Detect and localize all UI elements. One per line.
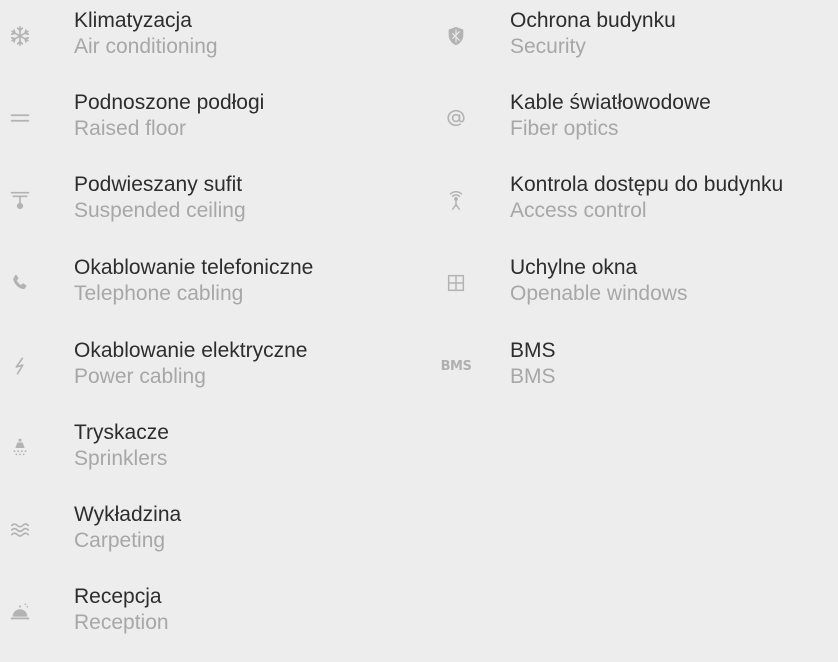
suspended-ceiling-icon bbox=[0, 184, 40, 216]
feature-sublabel: Openable windows bbox=[510, 282, 688, 305]
feature-carpeting: Wykładzina Carpeting bbox=[0, 498, 420, 580]
at-sign-icon bbox=[436, 102, 476, 134]
feature-telephone-cabling: Okablowanie telefoniczne Telephone cabli… bbox=[0, 251, 420, 333]
shield-icon bbox=[436, 20, 476, 52]
feature-security: Ochrona budynku Security bbox=[436, 4, 838, 86]
feature-raised-floor: Podnoszone podłogi Raised floor bbox=[0, 86, 420, 168]
feature-sublabel: Reception bbox=[74, 611, 169, 634]
feature-fiber-optics: Kable światłowodowe Fiber optics bbox=[436, 86, 838, 168]
raised-floor-icon bbox=[0, 102, 40, 134]
feature-sublabel: Air conditioning bbox=[74, 35, 218, 58]
reception-bell-icon bbox=[0, 596, 40, 628]
access-antenna-icon bbox=[436, 184, 476, 216]
sprinkler-icon bbox=[0, 432, 40, 464]
window-icon bbox=[436, 267, 476, 299]
feature-access-control: Kontrola dostępu do budynku Access contr… bbox=[436, 168, 838, 250]
feature-reception: Recepcja Reception bbox=[0, 580, 420, 662]
lightning-icon bbox=[0, 350, 40, 382]
feature-sublabel: Suspended ceiling bbox=[74, 199, 246, 222]
feature-sublabel: BMS bbox=[510, 365, 556, 388]
snowflake-icon bbox=[0, 20, 40, 52]
feature-power-cabling: Okablowanie elektryczne Power cabling bbox=[0, 334, 420, 416]
feature-bms: BMS BMS BMS bbox=[436, 334, 838, 416]
bms-icon-text: BMS bbox=[440, 358, 472, 374]
feature-openable-windows: Uchylne okna Openable windows bbox=[436, 251, 838, 333]
telephone-icon bbox=[0, 267, 40, 299]
feature-air-conditioning: Klimatyzacja Air conditioning bbox=[0, 4, 420, 86]
carpet-waves-icon bbox=[0, 514, 40, 546]
feature-suspended-ceiling: Podwieszany sufit Suspended ceiling bbox=[0, 168, 420, 250]
feature-sublabel: Sprinklers bbox=[74, 447, 168, 470]
bms-icon: BMS bbox=[436, 350, 476, 382]
feature-sprinklers: Tryskacze Sprinklers bbox=[0, 416, 420, 498]
